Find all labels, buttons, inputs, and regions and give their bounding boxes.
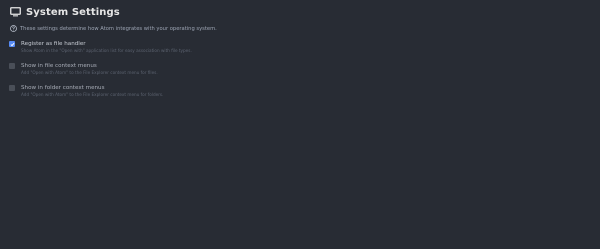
question-circle-icon: [10, 25, 17, 32]
settings-intro-text: These settings determine how Atom integr…: [20, 25, 217, 32]
file-handler-label[interactable]: Register as file handler: [21, 41, 86, 47]
file-handler-description: Show Atom in the "Open with" application…: [21, 48, 192, 53]
file-context-menu-label[interactable]: Show in file context menus: [21, 63, 97, 69]
folder-context-menu-label[interactable]: Show in folder context menus: [21, 85, 105, 91]
setting-file-context-menu: Show in file context menus Add "Open wit…: [9, 62, 589, 75]
monitor-icon: [9, 6, 21, 18]
settings-intro: These settings determine how Atom integr…: [10, 25, 589, 32]
file-context-menu-checkbox[interactable]: [9, 63, 15, 69]
file-handler-checkbox[interactable]: [9, 41, 15, 47]
section-heading: System Settings: [9, 5, 589, 19]
file-context-menu-description: Add "Open with Atom" to the File Explore…: [21, 70, 158, 75]
system-settings-panel: System Settings These settings determine…: [9, 5, 589, 106]
setting-folder-context-menu: Show in folder context menus Add "Open w…: [9, 84, 589, 97]
check-icon: [10, 42, 14, 46]
page-title: System Settings: [26, 6, 120, 18]
setting-file-handler: Register as file handler Show Atom in th…: [9, 40, 589, 53]
folder-context-menu-description: Add "Open with Atom" to the File Explore…: [21, 92, 164, 97]
folder-context-menu-checkbox[interactable]: [9, 85, 15, 91]
